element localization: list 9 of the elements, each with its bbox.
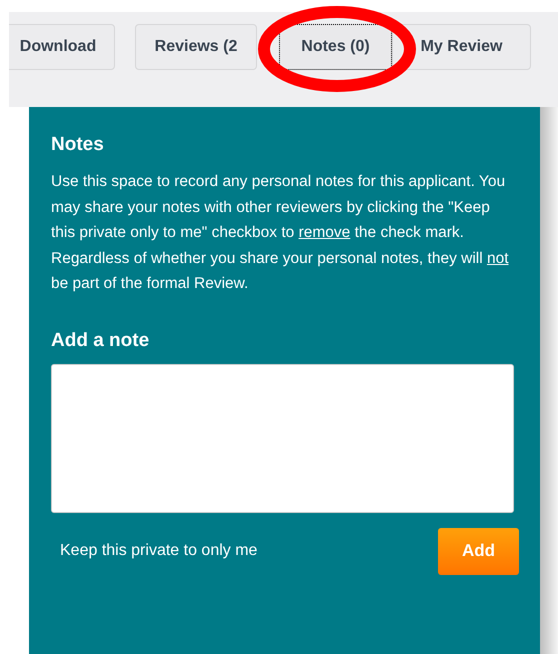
note-field[interactable] <box>51 364 514 512</box>
add-note-heading: Add a note <box>51 328 150 352</box>
tab[interactable]: My Review <box>392 24 531 70</box>
notes-description: Use this space to record any personal notes for this applicant. You may share your notes with other reviewers by clicking the "Keep this private only to me" checkbox to remove the check mark. Regardless of whether you share your personal notes, they will not be part of the formal Review. <box>51 172 509 294</box>
private-label: Keep this private to only me <box>60 541 258 561</box>
tab[interactable]: Notes (0) <box>279 24 392 70</box>
panel-title: Notes <box>51 133 105 157</box>
tab[interactable]: Reviews (2 <box>135 24 257 70</box>
tab[interactable]: Download <box>9 24 115 70</box>
